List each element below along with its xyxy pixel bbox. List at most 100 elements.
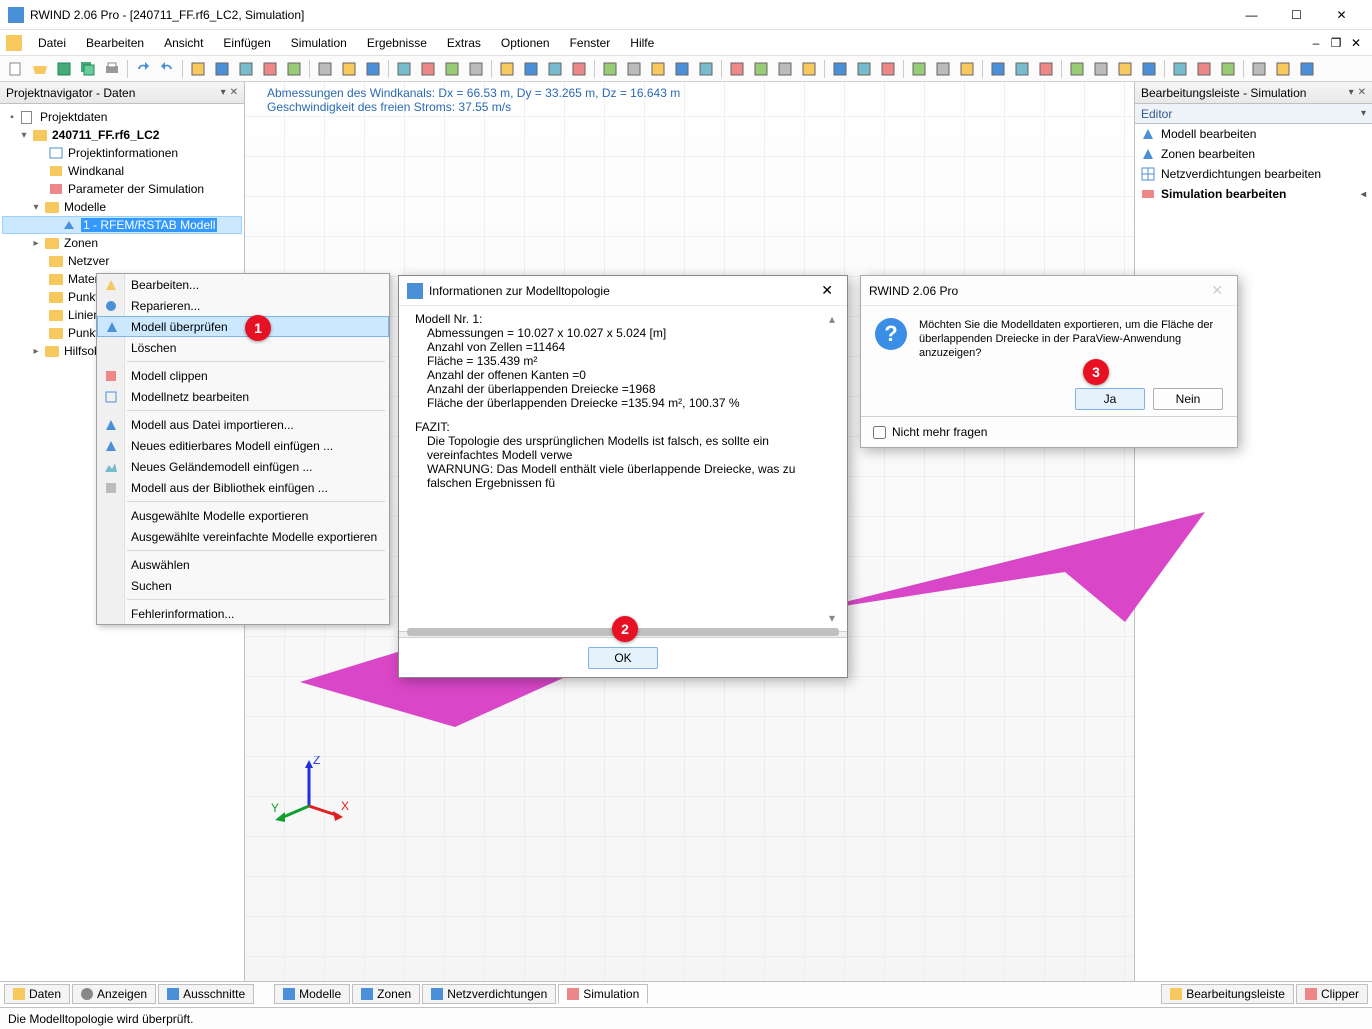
tree-item[interactable]: Parameter der Simulation <box>2 180 242 198</box>
tb-icon-34[interactable] <box>1066 58 1088 80</box>
tb-icon-36[interactable] <box>1114 58 1136 80</box>
tab-clipper[interactable]: Clipper <box>1296 984 1368 1004</box>
tb-icon-6[interactable] <box>338 58 360 80</box>
tb-save-icon[interactable] <box>53 58 75 80</box>
tb-icon-29[interactable] <box>932 58 954 80</box>
yes-button[interactable]: Ja <box>1075 388 1145 410</box>
tb-icon-39[interactable] <box>1193 58 1215 80</box>
ctx-errorinfo[interactable]: Fehlerinformation... <box>97 603 389 624</box>
tree-models[interactable]: ▾Modelle <box>2 198 242 216</box>
tb-icon-43[interactable] <box>1296 58 1318 80</box>
mdi-restore[interactable]: ❐ <box>1326 34 1346 52</box>
tb-icon-7[interactable] <box>362 58 384 80</box>
tb-icon-35[interactable] <box>1090 58 1112 80</box>
tb-new-icon[interactable] <box>5 58 27 80</box>
menu-optionen[interactable]: Optionen <box>491 34 560 52</box>
nav-dropdown-icon[interactable]: ▾ <box>221 87 226 98</box>
tb-icon-12[interactable] <box>496 58 518 80</box>
tb-icon-41[interactable] <box>1248 58 1270 80</box>
tb-icon-18[interactable] <box>647 58 669 80</box>
tab-ausschnitte[interactable]: Ausschnitte <box>158 984 254 1004</box>
tb-icon-23[interactable] <box>774 58 796 80</box>
menu-ergebnisse[interactable]: Ergebnisse <box>357 34 437 52</box>
ctx-repair[interactable]: Reparieren... <box>97 295 389 316</box>
tb-icon-19[interactable] <box>671 58 693 80</box>
mdi-close[interactable]: ✕ <box>1346 34 1366 52</box>
tb-saveall-icon[interactable] <box>77 58 99 80</box>
ctx-search[interactable]: Suchen <box>97 575 389 596</box>
tree-folder[interactable]: Netzver <box>2 252 242 270</box>
tree-folder[interactable]: ▸Zonen <box>2 234 242 252</box>
ctx-check-model[interactable]: Modell überprüfen <box>97 316 389 337</box>
tab-netz[interactable]: Netzverdichtungen <box>422 984 556 1004</box>
ctx-export-simp[interactable]: Ausgewählte vereinfachte Modelle exporti… <box>97 526 389 547</box>
right-dropdown-icon[interactable]: ▾ <box>1349 87 1354 98</box>
tb-icon-16[interactable] <box>599 58 621 80</box>
tb-icon-27[interactable] <box>877 58 899 80</box>
tab-anzeigen[interactable]: Anzeigen <box>72 984 156 1004</box>
tb-redo-icon[interactable] <box>156 58 178 80</box>
minimize-button[interactable]: — <box>1229 1 1274 29</box>
menu-extras[interactable]: Extras <box>437 34 491 52</box>
menu-datei[interactable]: Datei <box>28 34 76 52</box>
maximize-button[interactable]: ☐ <box>1274 1 1319 29</box>
dialog2-close-icon[interactable]: ✕ <box>1205 280 1229 301</box>
ctx-export[interactable]: Ausgewählte Modelle exportieren <box>97 505 389 526</box>
tab-modelle[interactable]: Modelle <box>274 984 350 1004</box>
tb-icon-14[interactable] <box>544 58 566 80</box>
tb-icon-4[interactable] <box>283 58 305 80</box>
tb-icon-17[interactable] <box>623 58 645 80</box>
tb-icon-38[interactable] <box>1169 58 1191 80</box>
tb-open-icon[interactable] <box>29 58 51 80</box>
tree-item[interactable]: Windkanal <box>2 162 242 180</box>
tb-icon-25[interactable] <box>829 58 851 80</box>
mdi-minimize[interactable]: – <box>1306 34 1326 52</box>
edit-zones-item[interactable]: Zonen bearbeiten <box>1135 144 1372 164</box>
edit-sim-item[interactable]: Simulation bearbeiten◂ <box>1135 184 1372 204</box>
no-button[interactable]: Nein <box>1153 388 1223 410</box>
tab-simulation[interactable]: Simulation <box>558 984 648 1004</box>
tb-icon-9[interactable] <box>417 58 439 80</box>
tb-icon-1[interactable] <box>211 58 233 80</box>
tb-icon-20[interactable] <box>695 58 717 80</box>
tb-icon-0[interactable] <box>187 58 209 80</box>
right-close-icon[interactable]: ✕ <box>1358 87 1366 98</box>
scrollbar[interactable]: ▴▾ <box>829 312 843 625</box>
right-subheader[interactable]: Editor▾ <box>1135 104 1372 124</box>
tb-icon-40[interactable] <box>1217 58 1239 80</box>
tb-icon-26[interactable] <box>853 58 875 80</box>
tb-icon-3[interactable] <box>259 58 281 80</box>
menu-fenster[interactable]: Fenster <box>560 34 621 52</box>
tb-icon-10[interactable] <box>441 58 463 80</box>
menu-simulation[interactable]: Simulation <box>281 34 357 52</box>
tb-icon-42[interactable] <box>1272 58 1294 80</box>
nav-close-icon[interactable]: ✕ <box>230 87 238 98</box>
dont-ask-checkbox[interactable] <box>873 426 886 439</box>
tb-icon-13[interactable] <box>520 58 542 80</box>
tb-icon-31[interactable] <box>987 58 1009 80</box>
tb-icon-11[interactable] <box>465 58 487 80</box>
tb-icon-22[interactable] <box>750 58 772 80</box>
tab-zonen[interactable]: Zonen <box>352 984 420 1004</box>
tb-icon-32[interactable] <box>1011 58 1033 80</box>
ok-button[interactable]: OK <box>588 647 658 669</box>
tb-icon-33[interactable] <box>1035 58 1057 80</box>
tb-icon-5[interactable] <box>314 58 336 80</box>
tb-icon-15[interactable] <box>568 58 590 80</box>
tb-icon-24[interactable] <box>798 58 820 80</box>
ctx-editmesh[interactable]: Modellnetz bearbeiten <box>97 386 389 407</box>
ctx-select[interactable]: Auswählen <box>97 554 389 575</box>
tab-bearbeitungsleiste[interactable]: Bearbeitungsleiste <box>1161 984 1294 1004</box>
dialog-close-icon[interactable]: ✕ <box>815 280 839 301</box>
tb-icon-21[interactable] <box>726 58 748 80</box>
ctx-edit[interactable]: Bearbeiten... <box>97 274 389 295</box>
menu-ansicht[interactable]: Ansicht <box>154 34 213 52</box>
menu-einfuegen[interactable]: Einfügen <box>213 34 280 52</box>
edit-model-item[interactable]: Modell bearbeiten <box>1135 124 1372 144</box>
tree-model-1[interactable]: 1 - RFEM/RSTAB Modell <box>2 216 242 234</box>
ctx-delete[interactable]: Löschen <box>97 337 389 358</box>
tb-undo-icon[interactable] <box>132 58 154 80</box>
tb-icon-8[interactable] <box>393 58 415 80</box>
tb-print-icon[interactable] <box>101 58 123 80</box>
close-button[interactable]: ✕ <box>1319 1 1364 29</box>
